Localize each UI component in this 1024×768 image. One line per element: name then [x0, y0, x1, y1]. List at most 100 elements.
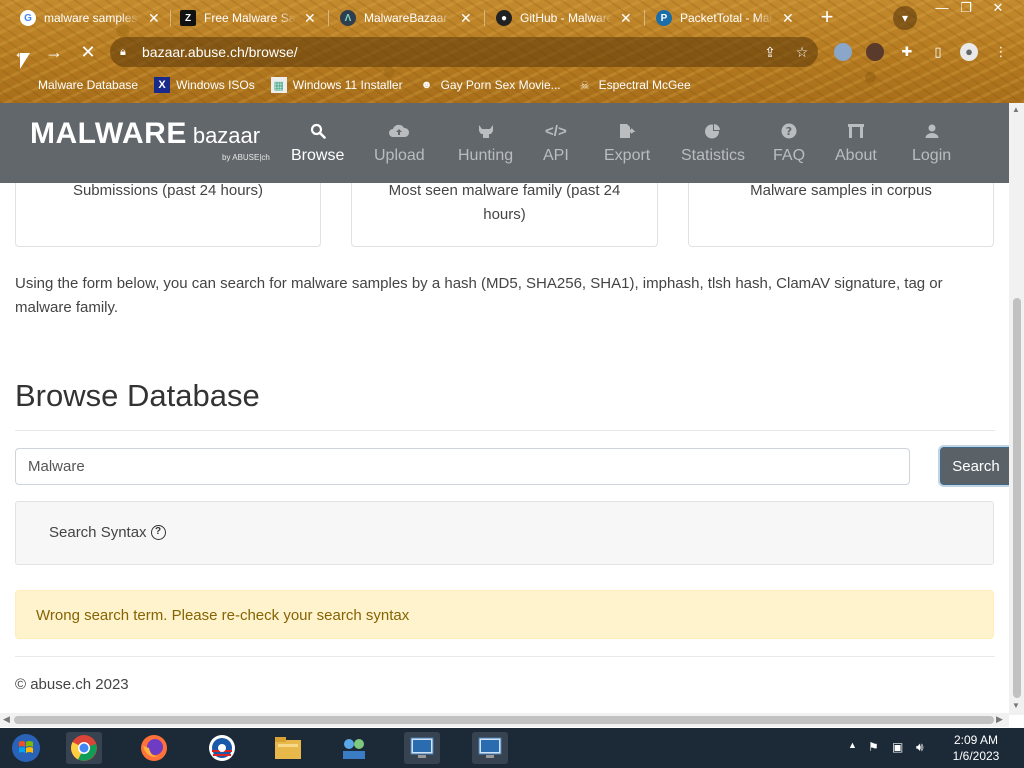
nav-about[interactable]: About [835, 123, 877, 165]
bookmark-windows-isos[interactable]: X Windows ISOs [154, 77, 255, 93]
nav-export[interactable]: Export [604, 123, 650, 165]
side-panel-icon[interactable]: ▯ [929, 43, 947, 61]
tab-separator [328, 10, 329, 26]
network-taskbar-icon[interactable] [336, 732, 372, 764]
tab-title: PacketTotal - Mal [680, 11, 773, 25]
tab-separator [170, 10, 171, 26]
search-syntax-panel[interactable]: Search Syntax ? [15, 501, 994, 565]
url-text[interactable]: bazaar.abuse.ch/browse/ [142, 44, 754, 60]
nav-browse[interactable]: Browse [291, 123, 344, 165]
system-clock[interactable]: 2:09 AM 1/6/2023 [944, 732, 1008, 764]
search-syntax-toggle[interactable]: Search Syntax ? [49, 524, 166, 541]
address-bar[interactable]: 🔒︎ bazaar.abuse.ch/browse/ ⇪ ☆ [110, 37, 818, 67]
forward-button[interactable]: → [42, 40, 66, 64]
site-logo[interactable]: MALWARE bazaar by ABUSE|ch [30, 117, 270, 162]
nav-label: Browse [291, 147, 345, 164]
nav-upload[interactable]: Upload [374, 123, 425, 165]
stat-card-malware-family: Most seen malware family (past 24 hours) [351, 182, 658, 247]
stat-card-label: Malware samples in corpus [750, 182, 932, 199]
bookmark-movie[interactable]: ☻ Gay Porn Sex Movie... [419, 77, 561, 93]
restore-icon[interactable]: ❐ [952, 0, 980, 18]
bookmark-label: Windows 11 Installer [292, 78, 403, 92]
tab-malwarebazaar[interactable]: Λ MalwareBazaar | ✕ [332, 4, 480, 32]
firefox-taskbar-icon[interactable] [136, 732, 172, 764]
stop-loading-button[interactable]: ✕ [76, 40, 100, 64]
profile-icon[interactable]: ● [960, 43, 978, 61]
stat-card-submissions: Submissions (past 24 hours) [15, 182, 321, 247]
hunting-icon [458, 123, 513, 143]
page-title: Browse Database [15, 378, 260, 413]
scroll-right-icon[interactable]: ▶ [996, 714, 1003, 725]
remote-desktop-2-taskbar-icon[interactable] [472, 732, 508, 764]
tab-search-button[interactable]: ▾ [893, 6, 917, 30]
github-icon: ● [496, 10, 512, 26]
extension-avatar-icon[interactable] [866, 43, 884, 61]
chrome-taskbar-icon[interactable] [66, 732, 102, 764]
extensions-puzzle-icon[interactable]: ✚ [898, 43, 916, 61]
scroll-down-icon[interactable]: ▼ [1012, 701, 1020, 710]
close-tab-icon[interactable]: ✕ [460, 10, 472, 27]
tab-title: MalwareBazaar | [364, 11, 452, 25]
extension-flag-icon[interactable] [834, 43, 852, 61]
windows-taskbar: ▲ ⚑ ▣ 🔊︎ 2:09 AM 1/6/2023 [0, 728, 1024, 768]
nav-faq[interactable]: ? FAQ [773, 123, 805, 165]
network-icon[interactable]: ▣ [892, 740, 903, 754]
bookmark-espectral-mcgee[interactable]: ☠ Espectral McGee [577, 77, 691, 93]
share-icon[interactable]: ⇪ [754, 44, 786, 61]
pie-chart-icon [681, 122, 745, 143]
search-button[interactable]: Search [940, 447, 1012, 485]
obama-logo-taskbar-icon[interactable] [204, 732, 240, 764]
nav-statistics[interactable]: Statistics [681, 122, 746, 165]
tab-zeltser[interactable]: Z Free Malware Sar ✕ [172, 4, 324, 32]
packettotal-icon: P [656, 10, 672, 26]
scroll-left-icon[interactable]: ◀ [3, 714, 10, 725]
building-icon [835, 123, 877, 143]
close-tab-icon[interactable]: ✕ [782, 10, 794, 27]
mouse-cursor [20, 53, 30, 69]
footer-copyright: © abuse.ch 2023 [15, 676, 129, 693]
remote-desktop-taskbar-icon[interactable] [404, 732, 440, 764]
file-explorer-taskbar-icon[interactable] [270, 732, 306, 764]
bookmark-label: Malware Database [38, 78, 139, 92]
question-circle-icon: ? [150, 525, 166, 540]
stat-card-corpus: Malware samples in corpus [688, 182, 994, 247]
bookmark-windows-11-installer[interactable]: ▦ Windows 11 Installer [270, 77, 403, 93]
clock-time: 2:09 AM [953, 733, 999, 747]
bookmark-malware-database[interactable]: Malware Database [16, 77, 138, 93]
tab-google[interactable]: G malware samples d ✕ [12, 4, 168, 32]
bookmark-star-icon[interactable]: ☆ [786, 44, 818, 61]
nav-login[interactable]: Login [912, 123, 951, 165]
browser-toolbar: ← → ✕ 🔒︎ bazaar.abuse.ch/browse/ ⇪ ☆ ✚ ▯… [0, 34, 1024, 70]
face-icon: ☻ [420, 79, 433, 91]
lock-icon: 🔒︎ [120, 45, 126, 58]
show-hidden-icons[interactable]: ▲ [848, 740, 857, 750]
vertical-scroll-thumb[interactable] [1013, 298, 1021, 698]
intro-text: Using the form below, you can search for… [15, 275, 943, 316]
close-tab-icon[interactable]: ✕ [148, 10, 160, 27]
start-button[interactable] [8, 732, 44, 764]
volume-icon[interactable]: 🔊︎ [916, 740, 924, 755]
zeltser-icon: Z [180, 10, 196, 26]
nav-label: FAQ [773, 147, 806, 164]
horizontal-scrollbar[interactable]: ◀ ▶ [0, 713, 1009, 727]
image-icon: ▦ [270, 77, 287, 93]
menu-kebab-icon[interactable]: ⋮ [992, 43, 1010, 61]
scroll-up-icon[interactable]: ▲ [1012, 105, 1020, 114]
horizontal-scroll-thumb[interactable] [14, 716, 994, 724]
tab-separator [644, 10, 645, 26]
tab-github[interactable]: ● GitHub - Malware ✕ [488, 4, 640, 32]
flag-icon[interactable]: ⚑ [868, 740, 879, 754]
close-tab-icon[interactable]: ✕ [304, 10, 316, 27]
new-tab-button[interactable]: + [815, 6, 839, 30]
close-tab-icon[interactable]: ✕ [620, 10, 632, 27]
tab-packettotal[interactable]: P PacketTotal - Mal ✕ [648, 4, 802, 32]
nav-hunting[interactable]: Hunting [458, 123, 513, 165]
vertical-scrollbar[interactable]: ▲ ▼ [1009, 103, 1024, 715]
nav-label: About [835, 147, 877, 164]
question-icon: ? [773, 123, 805, 143]
nav-api[interactable]: </> API [543, 123, 569, 165]
nav-label: Statistics [681, 147, 746, 164]
search-input[interactable] [15, 448, 910, 485]
close-window-icon[interactable]: ✕ [984, 0, 1012, 18]
divider [15, 656, 995, 657]
